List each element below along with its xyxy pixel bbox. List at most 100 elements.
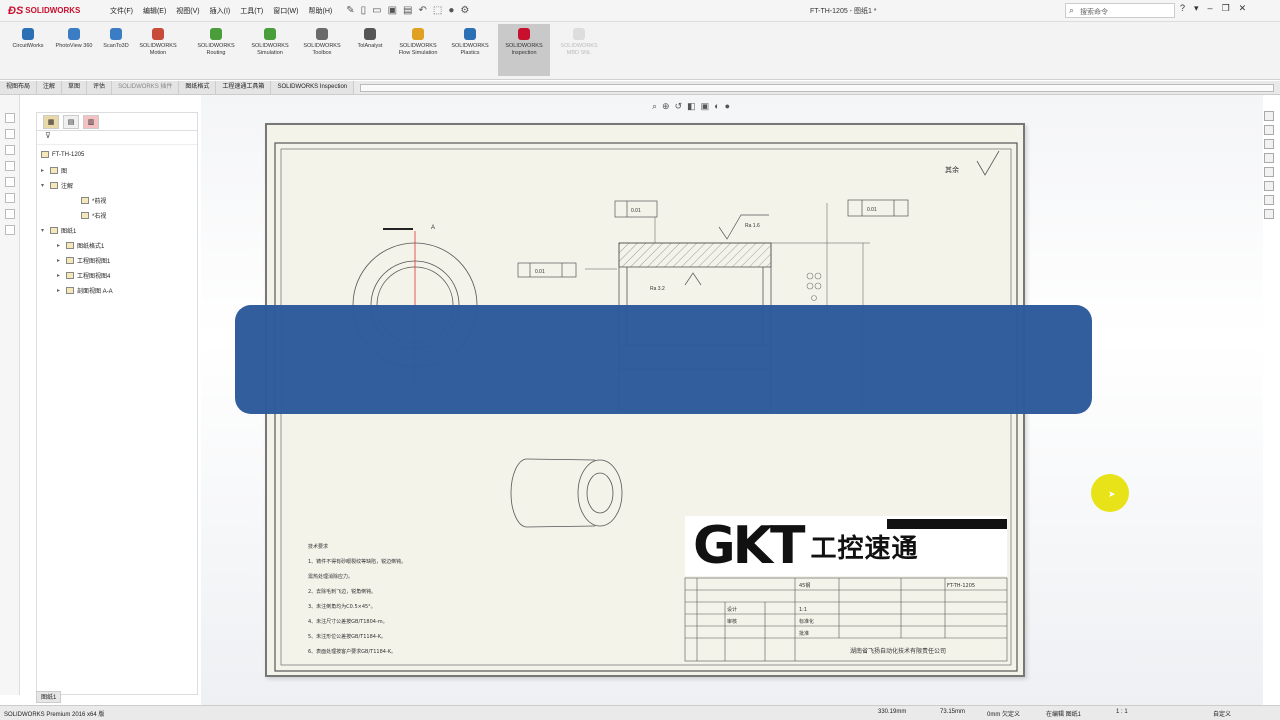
inspection-icon: [518, 28, 530, 40]
feature-manager: ▦ ▤ ▥ ⊽ FT-TH-1205 ▸ 图 ▾ 注解 *前视 *右视 ▾ 图纸1 ▸…: [36, 112, 198, 695]
cmd-plastics[interactable]: SOLIDWORKS Plastics: [446, 28, 494, 57]
tab-evaluate[interactable]: 评估: [87, 81, 113, 94]
tree-item[interactable]: *右视: [81, 211, 106, 220]
help-icon[interactable]: ?: [1180, 3, 1185, 14]
sheet-tab[interactable]: 图纸1: [36, 691, 62, 703]
strip-tool-icon[interactable]: [5, 113, 15, 123]
cmd-motion[interactable]: SOLIDWORKS Motion: [134, 28, 182, 57]
feature-tree-tab-icon[interactable]: ▦: [43, 114, 59, 129]
tree-label: 图纸格式1: [77, 244, 105, 250]
strip-tool-icon[interactable]: [5, 161, 15, 171]
custom-properties-icon[interactable]: [1264, 195, 1274, 205]
menu-view[interactable]: 视图(V): [176, 6, 199, 16]
strip-tool-icon[interactable]: [5, 129, 15, 139]
cmd-flow-simulation[interactable]: SOLIDWORKS Flow Simulation: [394, 28, 442, 57]
strip-tool-icon[interactable]: [5, 177, 15, 187]
cmd-inspection[interactable]: SOLIDWORKS Inspection: [498, 24, 550, 76]
resources-icon[interactable]: [1264, 125, 1274, 135]
forum-icon[interactable]: [1264, 209, 1274, 219]
tab-view-layout[interactable]: 视图布局: [0, 81, 38, 94]
tab-addins[interactable]: SOLIDWORKS 插件: [112, 81, 180, 94]
menu-help[interactable]: 帮助(H): [308, 6, 332, 16]
home-icon[interactable]: [1264, 111, 1274, 121]
plastics-icon: [464, 28, 476, 40]
select-icon[interactable]: ⬚: [433, 5, 442, 16]
expand-icon[interactable]: ▸: [57, 257, 63, 264]
options-icon[interactable]: ⚙: [460, 5, 469, 16]
design-library-icon[interactable]: [1264, 139, 1274, 149]
cmd-routing[interactable]: SOLIDWORKS Routing: [192, 28, 240, 57]
circuit-icon: [22, 28, 34, 40]
strip-tool-icon[interactable]: [5, 225, 15, 235]
tree-item[interactable]: ▸ 工程图视图1: [57, 256, 110, 265]
expand-icon[interactable]: ▸: [57, 287, 63, 294]
status-x: 330.19mm: [878, 709, 907, 715]
tree-item[interactable]: ▸ 剖面视图 A-A: [57, 286, 113, 295]
new-icon[interactable]: ▯: [361, 5, 367, 16]
file-explorer-icon[interactable]: [1264, 153, 1274, 163]
hide-show-icon[interactable]: ◐: [714, 101, 719, 112]
print-icon[interactable]: ▤: [403, 5, 412, 16]
tab-sketch[interactable]: 草图: [62, 81, 88, 94]
menu-insert[interactable]: 插入(I): [210, 6, 231, 16]
tab-sheet-format[interactable]: 图纸格式: [179, 81, 217, 94]
cmd-circuitworks[interactable]: CircuitWorks: [4, 28, 52, 50]
expand-icon[interactable]: ▾: [41, 182, 47, 189]
tree-root[interactable]: FT-TH-1205: [41, 151, 84, 158]
cmd-toolbox[interactable]: SOLIDWORKS Toolbox: [298, 28, 346, 57]
config-tab-icon[interactable]: ▥: [83, 114, 99, 129]
cmd-tolanalyst[interactable]: TolAnalyst: [346, 28, 394, 50]
expand-icon[interactable]: ▾: [41, 227, 47, 234]
zoom-fit-icon[interactable]: ⌕: [652, 101, 657, 112]
solidworks-logo[interactable]: ƉS SOLIDWORKS: [0, 5, 110, 17]
restore-icon[interactable]: ❐: [1222, 3, 1230, 14]
section-view-icon[interactable]: ◧: [687, 101, 696, 112]
cmd-label: CircuitWorks: [12, 43, 44, 49]
cmd-scanto3d[interactable]: ScanTo3D: [92, 28, 140, 50]
close-icon[interactable]: ✕: [1239, 3, 1247, 14]
save-icon[interactable]: ▣: [388, 5, 397, 16]
search-commands-input[interactable]: ⌕ 搜索命令: [1065, 3, 1175, 18]
status-units[interactable]: 自定义: [1213, 709, 1231, 718]
menu-file[interactable]: 文件(F): [110, 6, 133, 16]
strip-tool-icon[interactable]: [5, 193, 15, 203]
tree-item[interactable]: ▾ 图纸1: [41, 226, 76, 235]
expand-icon[interactable]: ▸: [57, 242, 63, 249]
menu-window[interactable]: 窗口(W): [273, 6, 298, 16]
dropdown-icon[interactable]: ▾: [1194, 3, 1199, 14]
strip-tool-icon[interactable]: [5, 209, 15, 219]
appearances-icon[interactable]: [1264, 181, 1274, 191]
strip-tool-icon[interactable]: [5, 145, 15, 155]
tree-item[interactable]: ▸ 工程图视图4: [57, 271, 110, 280]
tab-gkt-toolbox[interactable]: 工程速通工具箱: [216, 81, 272, 94]
mbd-icon: [573, 28, 585, 40]
tree-item[interactable]: ▸ 图纸格式1: [57, 241, 104, 250]
view-palette-icon[interactable]: [1264, 167, 1274, 177]
zoom-area-icon[interactable]: ⊕: [662, 101, 670, 112]
tb-standard: 标准化: [799, 618, 814, 625]
cmd-simulation[interactable]: SOLIDWORKS Simulation: [246, 28, 294, 57]
previous-view-icon[interactable]: ↺: [675, 101, 683, 112]
appearance-icon[interactable]: ●: [725, 101, 730, 112]
tree-item[interactable]: ▸ 图: [41, 166, 67, 175]
minimize-icon[interactable]: –: [1208, 3, 1213, 14]
property-tab-icon[interactable]: ▤: [63, 114, 79, 129]
tab-inspection[interactable]: SOLIDWORKS Inspection: [271, 81, 355, 94]
cmd-mbd[interactable]: SOLIDWORKS MBD SNL: [554, 28, 604, 57]
tree-item[interactable]: ▾ 注解: [41, 181, 73, 190]
expand-icon[interactable]: ▸: [41, 167, 47, 174]
tab-annotation[interactable]: 注解: [37, 81, 63, 94]
display-style-icon[interactable]: ▣: [701, 101, 710, 112]
pin-icon[interactable]: ✎: [346, 5, 354, 16]
undo-icon[interactable]: ↶: [418, 5, 426, 16]
cmd-photoview[interactable]: PhotoView 360: [50, 28, 98, 50]
window-controls: ? ▾ – ❐ ✕: [1180, 3, 1246, 14]
filter-icon[interactable]: ⊽: [37, 131, 197, 145]
expand-icon[interactable]: ▸: [57, 272, 63, 279]
menu-edit[interactable]: 编辑(E): [143, 6, 166, 16]
status-scale[interactable]: 1 : 1: [1116, 709, 1128, 715]
tree-item[interactable]: *前视: [81, 196, 106, 205]
menu-tools[interactable]: 工具(T): [240, 6, 263, 16]
rebuild-icon[interactable]: ●: [448, 5, 454, 16]
open-icon[interactable]: ▭: [372, 5, 381, 16]
